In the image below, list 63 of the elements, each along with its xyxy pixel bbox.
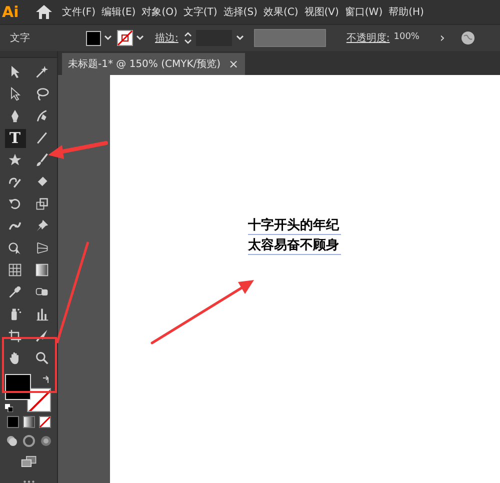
annotation-frame (2, 337, 57, 393)
eyedropper-icon (8, 285, 22, 300)
gradient-swatch-icon (35, 263, 49, 278)
home-icon[interactable] (36, 5, 52, 19)
more-button[interactable]: › (440, 32, 445, 44)
menu-item[interactable]: 文件(F) (62, 4, 96, 20)
star-icon (8, 153, 22, 168)
eraser-icon (35, 175, 49, 190)
fill-swatch[interactable] (4, 374, 30, 400)
gradient-mode-swatch[interactable] (22, 416, 34, 428)
shape-builder-icon (8, 241, 22, 256)
stroke-none-swatch[interactable] (117, 30, 133, 46)
chevron-icon[interactable] (104, 35, 112, 41)
chevron-icon[interactable] (236, 35, 244, 41)
swap-arrow-icon[interactable] (42, 374, 50, 384)
menu-item[interactable]: 帮助(H) (388, 4, 424, 20)
perspective-grid-icon (35, 241, 49, 256)
more-tools-icon[interactable] (22, 480, 36, 483)
draw-inside-icon[interactable] (40, 434, 52, 447)
draw-behind-icon[interactable] (22, 434, 34, 447)
canvas-text-line: 太容易奋不顾身 (248, 237, 341, 255)
canvas-text-line: 十字开头的年纪 (248, 217, 341, 235)
color-mode-swatch[interactable] (6, 416, 18, 428)
menu-item[interactable]: 效果(C) (263, 4, 298, 20)
stroke-label: 描边: (155, 32, 178, 46)
none-mode-swatch[interactable] (38, 416, 50, 428)
magic-wand-icon (35, 65, 49, 80)
menu-item[interactable]: 选择(S) (223, 4, 258, 20)
menu-item[interactable]: 文字(T) (183, 4, 218, 20)
zoom-icon (35, 351, 49, 366)
direct-selection-icon (8, 87, 22, 102)
opacity-field[interactable]: 100% (394, 31, 434, 45)
menu-item[interactable]: 对象(O) (142, 4, 178, 20)
fill-swatch[interactable] (86, 30, 101, 46)
opacity-label: 不透明度: (346, 32, 390, 46)
pushpin-icon (35, 219, 49, 234)
shaper-tool-icon (8, 175, 22, 190)
default-colors-icon[interactable] (4, 404, 12, 412)
document-tab[interactable]: 未标题-1* @ 150% (CMYK/预览) × (62, 53, 245, 75)
annotation-arrow (48, 141, 108, 159)
chevron-icon[interactable] (136, 35, 144, 41)
lasso-icon (35, 87, 49, 102)
type-tool-button[interactable]: T (4, 128, 26, 148)
bar-graph-icon (35, 307, 49, 322)
stepper-icon[interactable] (184, 31, 192, 45)
screen-mode-icon[interactable] (20, 456, 38, 468)
mesh-grid-icon (8, 263, 22, 278)
menu-item[interactable]: 视图(V) (304, 4, 339, 20)
selection-label: 文字 (10, 32, 31, 46)
document-title: 未标题-1* @ 150% (CMYK/预览) (68, 58, 221, 72)
brush-definition-field[interactable] (254, 29, 326, 47)
globe-icon[interactable] (460, 31, 475, 45)
paintbrush-icon (35, 153, 49, 168)
slice-knife-icon (35, 329, 49, 344)
menu-item[interactable]: 编辑(E) (102, 4, 136, 20)
draw-normal-icon[interactable] (6, 434, 18, 447)
line-tool-icon (35, 131, 49, 146)
artboard-tool-icon (8, 329, 22, 344)
menu-item[interactable]: 窗口(W) (344, 4, 383, 20)
close-button[interactable]: × (228, 58, 239, 70)
rotate-icon (8, 197, 22, 212)
curvature-pen-icon (35, 109, 49, 124)
scale-icon (35, 197, 49, 212)
